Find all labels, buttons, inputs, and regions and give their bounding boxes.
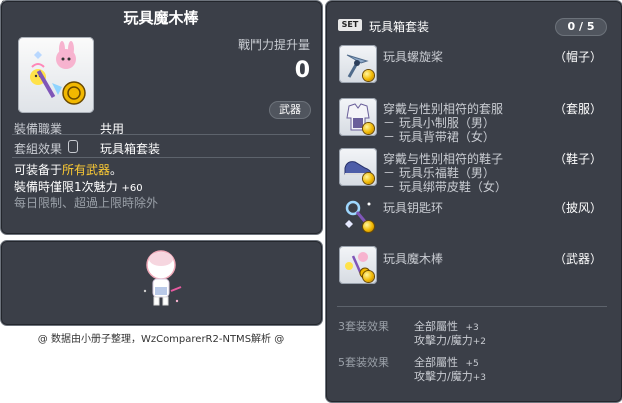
set-item-slot[interactable] — [339, 246, 377, 284]
daily-note: 每日限制、超過上限時除外 — [14, 196, 159, 210]
set-effect-tier-label: 5套装效果 — [338, 356, 389, 369]
coin-icon — [363, 70, 374, 81]
set-count: 0 / 5 — [555, 18, 607, 36]
set-item-slot[interactable] — [339, 98, 377, 136]
set-effect-icon — [68, 140, 78, 153]
set-effect-stat: 攻擊力/魔力+3 — [414, 368, 486, 384]
avatar-preview — [143, 250, 182, 306]
stat-value: +3 — [472, 373, 486, 383]
set-effect-label: 套組效果 — [14, 142, 63, 156]
coin-icon — [363, 123, 374, 134]
job-value: 共用 — [100, 122, 125, 136]
stat-value: +2 — [472, 337, 486, 347]
set-title: 玩具箱套装 — [369, 20, 430, 34]
equip-prefix: 可装备于 — [14, 163, 63, 177]
set-item-name: 玩具螺旋桨 — [383, 50, 444, 64]
set-badge: SET — [338, 19, 362, 31]
category-badge: 武器 — [269, 101, 311, 119]
stat-name: 攻擊力/魔力 — [414, 334, 473, 347]
set-item-slot-label: （套服） — [553, 102, 602, 116]
divider — [337, 306, 607, 307]
set-item-slot-label: （帽子） — [553, 50, 602, 64]
limit-note: 裝備時僅限1次魅力 +60 — [14, 178, 143, 195]
limit-bonus: +60 — [121, 183, 143, 194]
set-item-variant: － 玩具绑带皮鞋（女） — [383, 180, 507, 194]
power-value: 0 — [294, 58, 310, 83]
limit-text: 裝備時僅限1次魅力 — [14, 180, 118, 194]
coin-icon — [363, 173, 374, 184]
equip-note: 可装备于所有武器。 — [14, 161, 122, 178]
set-effect-value: 玩具箱套装 — [100, 142, 161, 156]
set-effect-stat: 攻擊力/魔力+2 — [414, 332, 486, 348]
set-item-slot[interactable] — [339, 45, 377, 83]
set-item-slot[interactable] — [339, 196, 377, 234]
set-item-slot-label: （披风） — [553, 201, 602, 215]
footer-credit: @ 数据由小册子整理，WzComparerR2-NTMS解析 @ — [37, 334, 285, 345]
set-item-name: 玩具魔木棒 — [383, 252, 444, 266]
set-item-name: 玩具钥匙环 — [383, 201, 444, 215]
item-icon-frame — [18, 37, 94, 113]
set-effect-tier-label: 3套装效果 — [338, 320, 389, 333]
set-item-slot[interactable] — [339, 148, 377, 186]
equip-highlight: 所有武器 — [62, 163, 111, 177]
set-item-slot-label: （鞋子） — [553, 152, 602, 166]
job-label: 裝備職業 — [14, 122, 63, 136]
stat-name: 攻擊力/魔力 — [414, 370, 473, 383]
divider — [12, 157, 310, 158]
item-title: 玩具魔木棒 — [123, 9, 199, 27]
toy-wand-icon — [30, 41, 86, 105]
power-label: 戰鬥力提升量 — [237, 38, 310, 52]
coin-icon — [363, 221, 374, 232]
equip-suffix: 。 — [110, 163, 123, 177]
coin-icon — [363, 271, 374, 282]
set-item-slot-label: （武器） — [553, 252, 602, 266]
set-item-variant: － 玩具背带裙（女） — [383, 130, 495, 144]
